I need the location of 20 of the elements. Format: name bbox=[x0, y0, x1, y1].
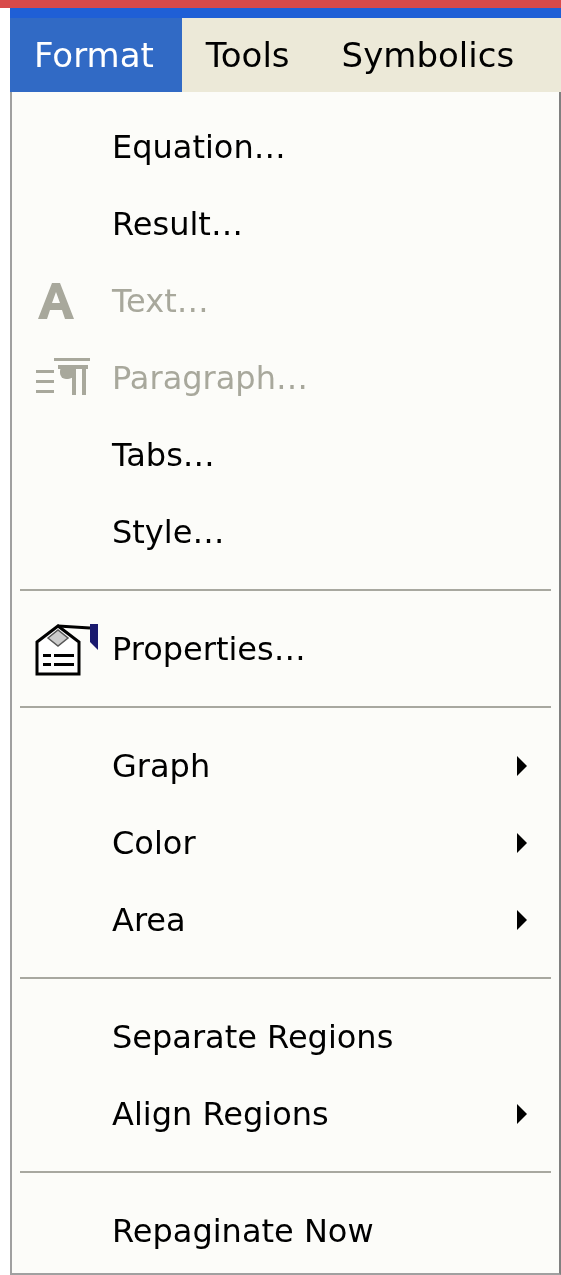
properties-icon bbox=[34, 621, 100, 676]
menu-bar-item[interactable]: Tools bbox=[181, 18, 318, 92]
submenu-arrow-icon bbox=[515, 753, 529, 778]
menu-item[interactable]: Result… bbox=[12, 185, 559, 262]
menu-item[interactable]: Tabs… bbox=[12, 416, 559, 493]
menu-item[interactable]: Style… bbox=[12, 493, 559, 570]
menu-item[interactable]: Equation… bbox=[12, 108, 559, 185]
menu-item[interactable]: Repaginate Now bbox=[12, 1192, 559, 1269]
submenu-arrow-icon bbox=[515, 907, 529, 932]
menu-bar-item[interactable]: Symbolics bbox=[317, 18, 543, 92]
menu-item[interactable]: Color bbox=[12, 804, 559, 881]
menu-item[interactable]: Graph bbox=[12, 727, 559, 804]
menu-item[interactable]: Align Regions bbox=[12, 1075, 559, 1152]
menu-item[interactable]: Area bbox=[12, 881, 559, 958]
menu-item[interactable]: Separate Regions bbox=[12, 998, 559, 1075]
paragraph-icon bbox=[34, 357, 92, 398]
menu-bar-item[interactable]: Format bbox=[10, 18, 182, 92]
submenu-arrow-icon bbox=[515, 830, 529, 855]
submenu-arrow-icon bbox=[515, 1101, 529, 1126]
menu-item[interactable]: Properties… bbox=[12, 610, 559, 687]
